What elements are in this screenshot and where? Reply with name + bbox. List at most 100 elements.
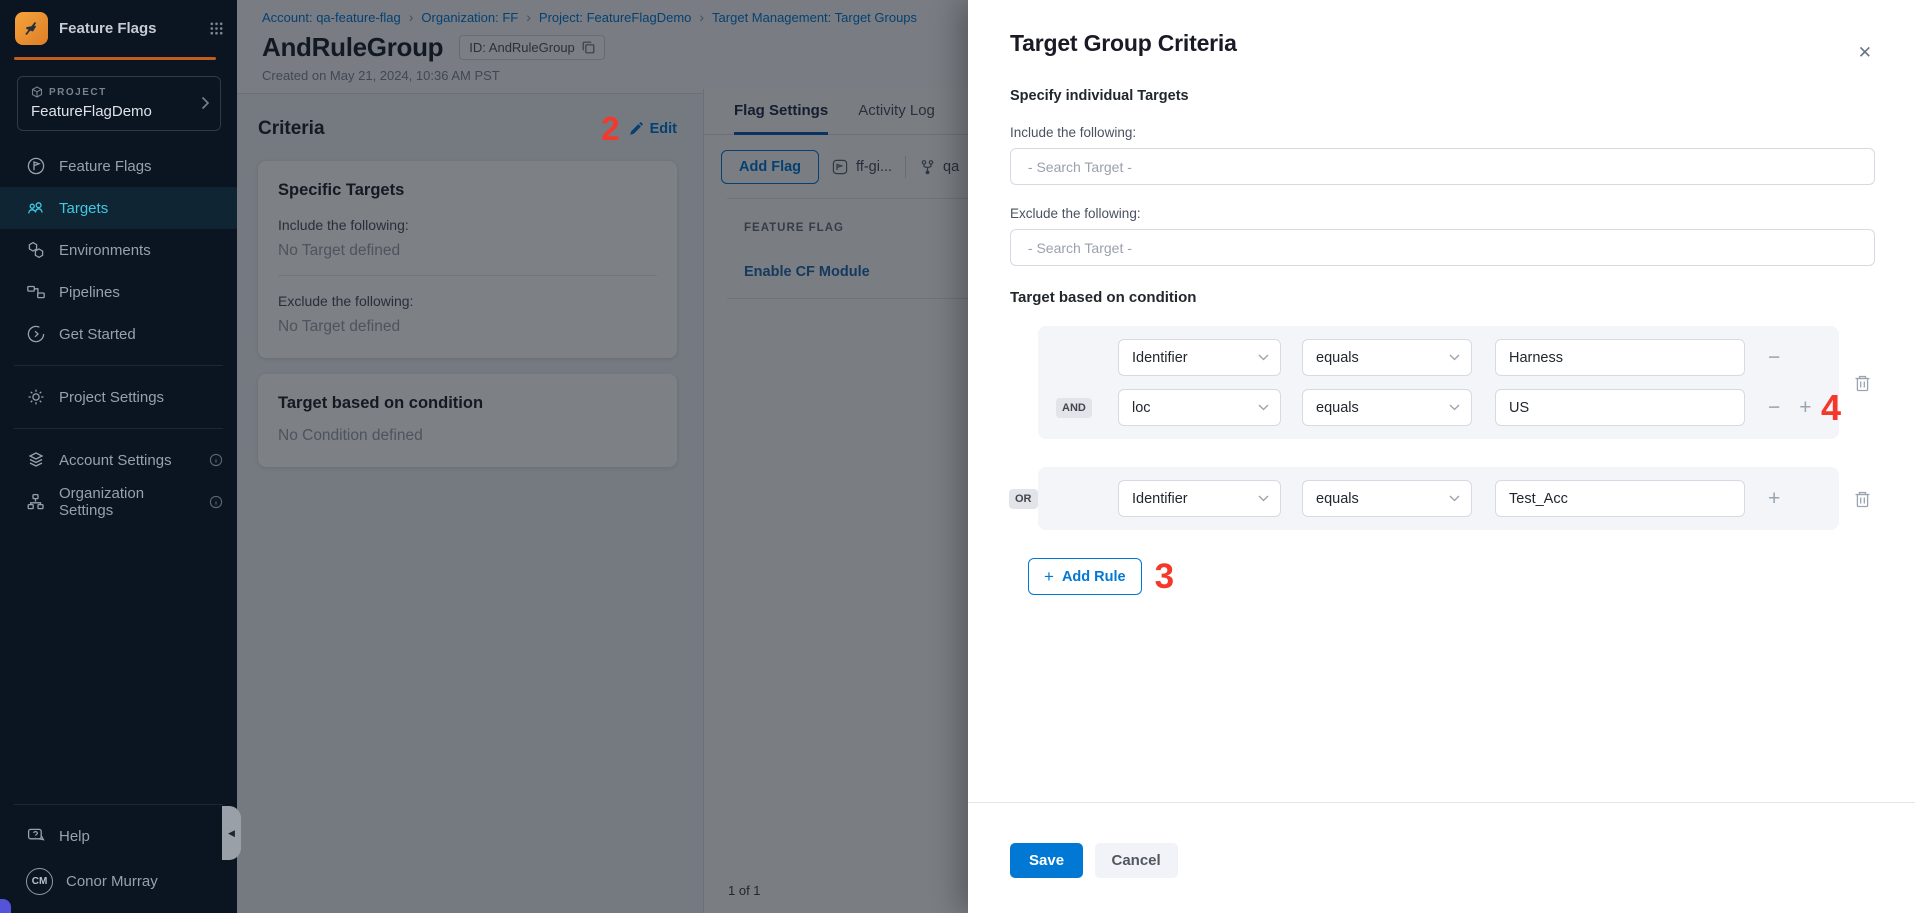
info-circle-icon xyxy=(209,453,223,467)
remove-condition-button[interactable]: − xyxy=(1766,347,1782,368)
environments-icon xyxy=(26,240,46,260)
attribute-value: Identifier xyxy=(1132,350,1188,366)
project-label: PROJECT xyxy=(49,87,107,98)
individual-targets-heading: Specify individual Targets xyxy=(1010,88,1875,104)
avatar-initials: CM xyxy=(32,876,48,887)
sidebar-item-targets[interactable]: Targets xyxy=(0,187,237,229)
add-rule-button[interactable]: + Add Rule xyxy=(1028,558,1142,595)
cancel-button[interactable]: Cancel xyxy=(1095,843,1178,878)
project-name: FeatureFlagDemo xyxy=(31,103,201,120)
attribute-select[interactable]: Identifier xyxy=(1118,480,1281,517)
chevron-down-icon xyxy=(1258,404,1269,411)
sidebar-item-label: Feature Flags xyxy=(59,158,152,175)
sidebar-header: Feature Flags xyxy=(0,0,237,56)
chevron-down-icon xyxy=(1449,354,1460,361)
condition-value-input[interactable] xyxy=(1495,339,1745,376)
sidebar-item-user[interactable]: CM Conor Murray xyxy=(0,857,237,905)
rule-row: Identifier equals + xyxy=(1056,480,1821,517)
rule-group: Identifier equals − xyxy=(1038,326,1875,439)
annotation-step-4: 4 xyxy=(1821,390,1841,426)
app-root: Feature Flags PROJECT FeatureFlagDemo Fe… xyxy=(0,0,1915,913)
divider xyxy=(14,365,223,366)
trash-icon xyxy=(1854,374,1871,392)
flag-circle-icon xyxy=(26,156,46,176)
rule-group: OR Identifier equals xyxy=(1038,467,1875,530)
sidebar-item-label: Project Settings xyxy=(59,389,164,406)
operator-value: equals xyxy=(1316,400,1359,416)
chevron-down-icon xyxy=(1449,404,1460,411)
sidebar-item-label: Account Settings xyxy=(59,452,172,469)
org-chart-icon xyxy=(26,492,46,512)
divider xyxy=(14,804,223,805)
close-icon[interactable]: ✕ xyxy=(1858,44,1872,61)
condition-value-input[interactable] xyxy=(1495,480,1745,517)
plus-icon: + xyxy=(1044,568,1054,585)
sidebar-item-feature-flags[interactable]: Feature Flags xyxy=(0,145,237,187)
sidebar: Feature Flags PROJECT FeatureFlagDemo Fe… xyxy=(0,0,237,913)
drawer-include-label: Include the following: xyxy=(1010,125,1875,140)
trash-icon xyxy=(1854,490,1871,508)
sidebar-item-project-settings[interactable]: Project Settings xyxy=(0,376,237,418)
chevron-down-icon xyxy=(1449,495,1460,502)
add-rule-label: Add Rule xyxy=(1062,569,1126,585)
sidebar-item-pipelines[interactable]: Pipelines xyxy=(0,271,237,313)
sidebar-item-label: Pipelines xyxy=(59,284,120,301)
rule-groups: Identifier equals − xyxy=(1010,326,1875,530)
attribute-value: Identifier xyxy=(1132,491,1188,507)
apps-grid-icon[interactable] xyxy=(210,22,223,35)
sidebar-item-get-started[interactable]: Get Started xyxy=(0,313,237,355)
attribute-select[interactable]: Identifier xyxy=(1118,339,1281,376)
sidebar-item-label: Environments xyxy=(59,242,151,259)
attribute-value: loc xyxy=(1132,400,1151,416)
sidebar-item-organization-settings[interactable]: Organization Settings xyxy=(0,481,237,523)
project-cube-icon xyxy=(31,86,43,98)
add-condition-button[interactable]: + xyxy=(1766,488,1782,509)
sidebar-item-label: Help xyxy=(59,828,90,845)
avatar: CM xyxy=(26,868,53,895)
chevron-right-icon xyxy=(201,96,210,110)
sidebar-item-environments[interactable]: Environments xyxy=(0,229,237,271)
delete-rule-button[interactable] xyxy=(1849,490,1875,508)
project-selector[interactable]: PROJECT FeatureFlagDemo xyxy=(17,76,221,131)
operator-select[interactable]: equals xyxy=(1302,339,1472,376)
user-name: Conor Murray xyxy=(66,873,158,890)
operator-select[interactable]: equals xyxy=(1302,389,1472,426)
sidebar-item-label: Organization Settings xyxy=(59,485,196,519)
sidebar-footer: Help CM Conor Murray xyxy=(0,794,237,913)
rule-card: Identifier equals − xyxy=(1038,326,1839,439)
operator-value: equals xyxy=(1316,350,1359,366)
sidebar-item-help[interactable]: Help xyxy=(0,815,237,857)
collapse-arrow-icon: ◀ xyxy=(228,828,235,839)
sidebar-item-label: Targets xyxy=(59,200,108,217)
or-chip: OR xyxy=(1009,489,1038,509)
rule-row: AND loc equals − xyxy=(1056,389,1821,426)
drawer-footer: Save Cancel xyxy=(968,802,1915,913)
sidebar-item-account-settings[interactable]: Account Settings xyxy=(0,439,237,481)
drawer-title: Target Group Criteria xyxy=(1010,30,1875,57)
condition-value-input[interactable] xyxy=(1495,389,1745,426)
divider xyxy=(14,428,223,429)
attribute-select[interactable]: loc xyxy=(1118,389,1281,426)
delete-rule-button[interactable] xyxy=(1849,374,1875,392)
include-target-search-input[interactable] xyxy=(1010,148,1875,185)
account-layers-icon xyxy=(26,450,46,470)
and-chip: AND xyxy=(1056,398,1092,418)
exclude-target-search-input[interactable] xyxy=(1010,229,1875,266)
operator-value: equals xyxy=(1316,491,1359,507)
add-condition-button[interactable]: + xyxy=(1797,397,1813,418)
module-title: Feature Flags xyxy=(59,20,199,37)
harness-logo[interactable] xyxy=(15,12,48,45)
info-circle-icon xyxy=(209,495,223,509)
targets-people-icon xyxy=(26,198,46,218)
condition-heading: Target based on condition xyxy=(1010,289,1875,306)
chevron-down-icon xyxy=(1258,495,1269,502)
remove-condition-button[interactable]: − xyxy=(1766,397,1782,418)
rule-row: Identifier equals − xyxy=(1056,339,1821,376)
save-button[interactable]: Save xyxy=(1010,843,1083,878)
annotation-step-3: 3 xyxy=(1155,559,1174,594)
chevron-down-icon xyxy=(1258,354,1269,361)
operator-select[interactable]: equals xyxy=(1302,480,1472,517)
sidebar-collapse-handle[interactable]: ◀ xyxy=(222,806,241,860)
flag-logo-icon xyxy=(22,19,41,38)
sidebar-nav: Feature Flags Targets Environments Pipel… xyxy=(0,145,237,523)
